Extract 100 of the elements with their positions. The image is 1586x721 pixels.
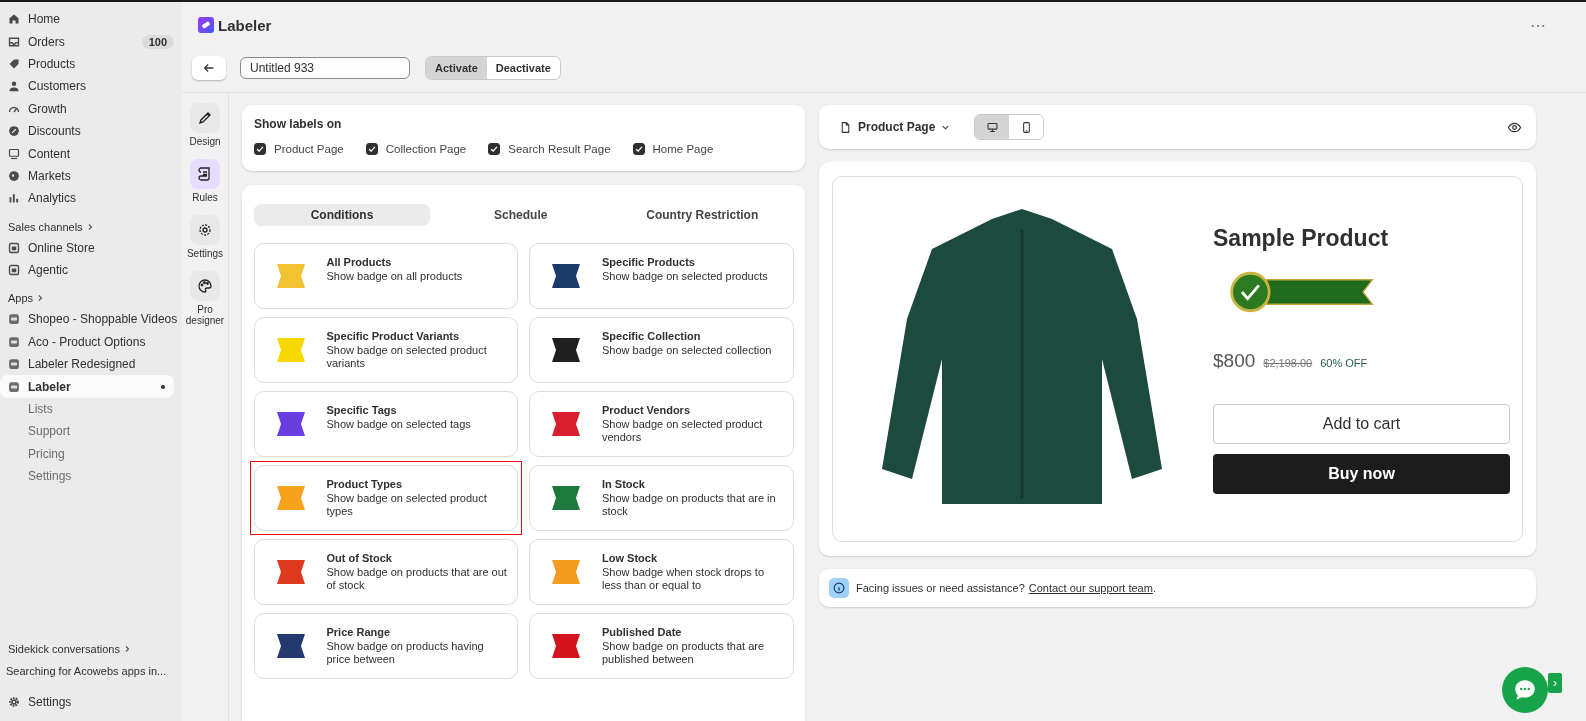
- desktop-view-button[interactable]: [975, 115, 1010, 139]
- gear-icon: [197, 222, 213, 238]
- nav-item[interactable]: Growth: [0, 97, 174, 120]
- rail-button[interactable]: [190, 103, 220, 133]
- conversation-item[interactable]: Searching for Acowebs apps in...: [6, 664, 167, 677]
- app-icon: [8, 380, 20, 393]
- pencil-icon: [197, 110, 213, 126]
- condition-title: Low Stock: [602, 551, 658, 564]
- sub-nav-item[interactable]: Settings: [0, 465, 174, 488]
- condition-description: Show badge when stock drops to less than or equal to: [602, 565, 766, 592]
- sub-nav-item[interactable]: Lists: [0, 397, 174, 421]
- label-name-field[interactable]: Untitled 933: [240, 57, 410, 79]
- tab[interactable]: Country Restriction: [611, 204, 793, 226]
- condition-title: Specific Product Variants: [326, 329, 461, 342]
- nav-item[interactable]: Markets: [0, 164, 174, 188]
- app-icon: [8, 335, 20, 348]
- condition-title: Out of Stock: [326, 551, 393, 564]
- rail-label: Design: [188, 136, 222, 147]
- condition-title: Price Range: [326, 625, 392, 638]
- condition-option[interactable]: Product Types Show badge on selected product types: [249, 460, 522, 535]
- app-item[interactable]: Labeler: [0, 375, 174, 398]
- nav-item[interactable]: Online Store: [0, 236, 174, 259]
- buy-now-button[interactable]: Buy now: [1213, 453, 1510, 494]
- app-item[interactable]: Aco - Product Options: [0, 330, 174, 354]
- chat-button[interactable]: [1502, 667, 1548, 713]
- checkbox[interactable]: [488, 143, 501, 155]
- condition-title: In Stock: [602, 477, 646, 490]
- tab[interactable]: Conditions: [254, 204, 430, 226]
- nav-item[interactable]: Home: [0, 8, 174, 31]
- rail-button[interactable]: [190, 215, 220, 245]
- checkbox-label: Search Result Page: [508, 143, 611, 155]
- condition-title: Product Vendors: [602, 403, 692, 416]
- page-icon: [839, 120, 852, 134]
- rail-label: Pro designer: [184, 304, 226, 326]
- discount-text: 60% OFF: [1320, 356, 1368, 369]
- condition-description: Show badge on products that are out of stock: [326, 565, 507, 592]
- section-heading[interactable]: Sales channels: [8, 220, 83, 233]
- back-button[interactable]: [192, 56, 226, 80]
- sub-nav-item[interactable]: Pricing: [0, 442, 174, 466]
- nav-item[interactable]: Content: [0, 142, 174, 165]
- rail-button[interactable]: [190, 271, 220, 301]
- app-item[interactable]: Labeler Redesigned: [0, 353, 174, 376]
- condition-description: Show badge on selected product vendors: [602, 417, 764, 444]
- condition-title: Specific Collection: [602, 329, 702, 342]
- tab[interactable]: Schedule: [430, 204, 612, 226]
- rail-label: Settings: [185, 248, 225, 259]
- back-arrow-icon: [202, 61, 216, 75]
- home-icon: [8, 13, 20, 26]
- person-icon: [8, 80, 20, 93]
- section-heading[interactable]: Sidekick conversations: [8, 642, 120, 655]
- settings-icon: [8, 695, 20, 708]
- nav-item[interactable]: Agentic: [0, 258, 174, 282]
- rail-label: Rules: [191, 192, 219, 203]
- app-icon: [8, 358, 20, 371]
- app-logo-icon: [198, 17, 214, 33]
- nav-item[interactable]: Customers: [0, 75, 174, 98]
- condition-title: Product Types: [326, 477, 404, 490]
- condition-description: Show badge on selected collection: [602, 343, 772, 357]
- tag-icon: [8, 57, 20, 70]
- condition-description: Show badge on selected product types: [326, 491, 488, 518]
- checkbox-label: Product Page: [274, 143, 344, 155]
- rail-button[interactable]: [190, 159, 220, 189]
- chevron-right-icon: [36, 294, 45, 303]
- product-price: $800: [1213, 349, 1256, 372]
- status-toggle[interactable]: Activate: [426, 57, 487, 79]
- checkbox[interactable]: [632, 143, 645, 155]
- nav-item[interactable]: Orders 100: [0, 30, 174, 53]
- app-title: Labeler: [218, 16, 272, 34]
- checkbox[interactable]: [365, 143, 378, 155]
- status-toggle[interactable]: Deactivate: [486, 57, 560, 79]
- section-heading[interactable]: Apps: [8, 292, 34, 305]
- section-title: Show labels on: [254, 117, 343, 131]
- page-selector[interactable]: Product Page: [839, 120, 951, 134]
- add-to-cart-button[interactable]: Add to cart: [1213, 403, 1510, 444]
- globe-icon: [8, 169, 20, 182]
- condition-description: Show badge on selected products: [602, 269, 768, 283]
- checkbox[interactable]: [254, 143, 266, 155]
- nav-item[interactable]: Products: [0, 52, 174, 76]
- discount-icon: [8, 125, 20, 138]
- sub-nav-item[interactable]: Support: [0, 420, 174, 443]
- condition-title: Specific Tags: [326, 403, 398, 416]
- condition-title: Specific Products: [602, 255, 696, 268]
- support-link[interactable]: Contact our support team: [1028, 582, 1153, 594]
- condition-title: All Products: [326, 255, 393, 268]
- notice-text: Facing issues or need assistance?: [856, 582, 1025, 594]
- condition-description: Show badge on products having price between: [326, 639, 485, 666]
- palette-icon: [197, 278, 213, 294]
- app-icon: [8, 313, 20, 326]
- product-title: Sample Product: [1213, 224, 1390, 252]
- compare-price: $2,198.00: [1263, 356, 1313, 369]
- notice-period: .: [1152, 582, 1156, 594]
- more-actions-button[interactable]: ⋯: [1530, 15, 1546, 35]
- orders-count: 100: [141, 34, 174, 49]
- nav-item[interactable]: Discounts: [0, 119, 174, 143]
- condition-description: Show badge on products that are published between: [602, 639, 766, 666]
- store-icon: [8, 241, 20, 254]
- checkbox-label: Collection Page: [385, 143, 467, 155]
- nav-item[interactable]: Analytics: [0, 187, 174, 210]
- nav-item[interactable]: Settings: [0, 690, 174, 713]
- condition-title: Published Date: [602, 625, 683, 638]
